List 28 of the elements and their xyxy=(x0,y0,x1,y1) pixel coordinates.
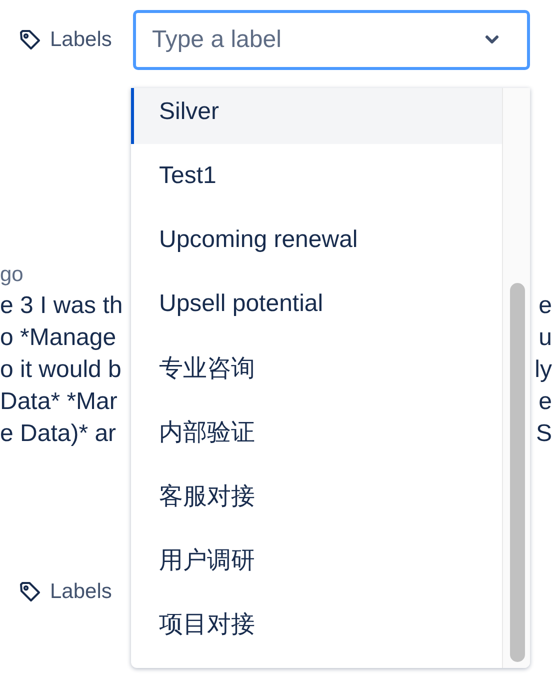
comment-text: Data* *Mar xyxy=(0,387,118,417)
label-option[interactable]: Silver xyxy=(131,88,502,144)
comment-text: o it would b xyxy=(0,355,122,385)
tag-icon xyxy=(18,580,42,604)
comment-text: ly xyxy=(534,355,553,385)
comment-text: e xyxy=(538,387,553,417)
label-option[interactable]: Test1 xyxy=(131,144,502,208)
comment-text: S xyxy=(536,419,553,449)
comment-timestamp: go xyxy=(0,262,24,288)
labels-label: Labels xyxy=(50,580,112,604)
label-option[interactable]: Upcoming renewal xyxy=(131,208,502,272)
comment-text: e xyxy=(538,291,553,321)
comment-text: e 3 I was th xyxy=(0,291,123,321)
scrollbar-thumb[interactable] xyxy=(510,283,525,662)
labels-label: Labels xyxy=(50,28,112,52)
label-option[interactable]: 客服对接 xyxy=(131,464,502,528)
chevron-down-icon[interactable] xyxy=(484,34,500,46)
comment-text: e Data)* ar xyxy=(0,419,116,449)
label-option[interactable]: 项目对接 xyxy=(131,592,502,656)
label-option[interactable]: 内部验证 xyxy=(131,400,502,464)
comment-text: o *Manage xyxy=(0,323,116,353)
tag-icon xyxy=(18,28,42,52)
comment-text: u xyxy=(538,323,553,353)
label-option[interactable]: 专业咨询 xyxy=(131,336,502,400)
label-option[interactable]: 用户调研 xyxy=(131,528,502,592)
label-option[interactable]: Upsell potential xyxy=(131,272,502,336)
scrollbar-track[interactable] xyxy=(502,88,530,668)
label-select-field[interactable]: Type a label xyxy=(133,10,530,70)
